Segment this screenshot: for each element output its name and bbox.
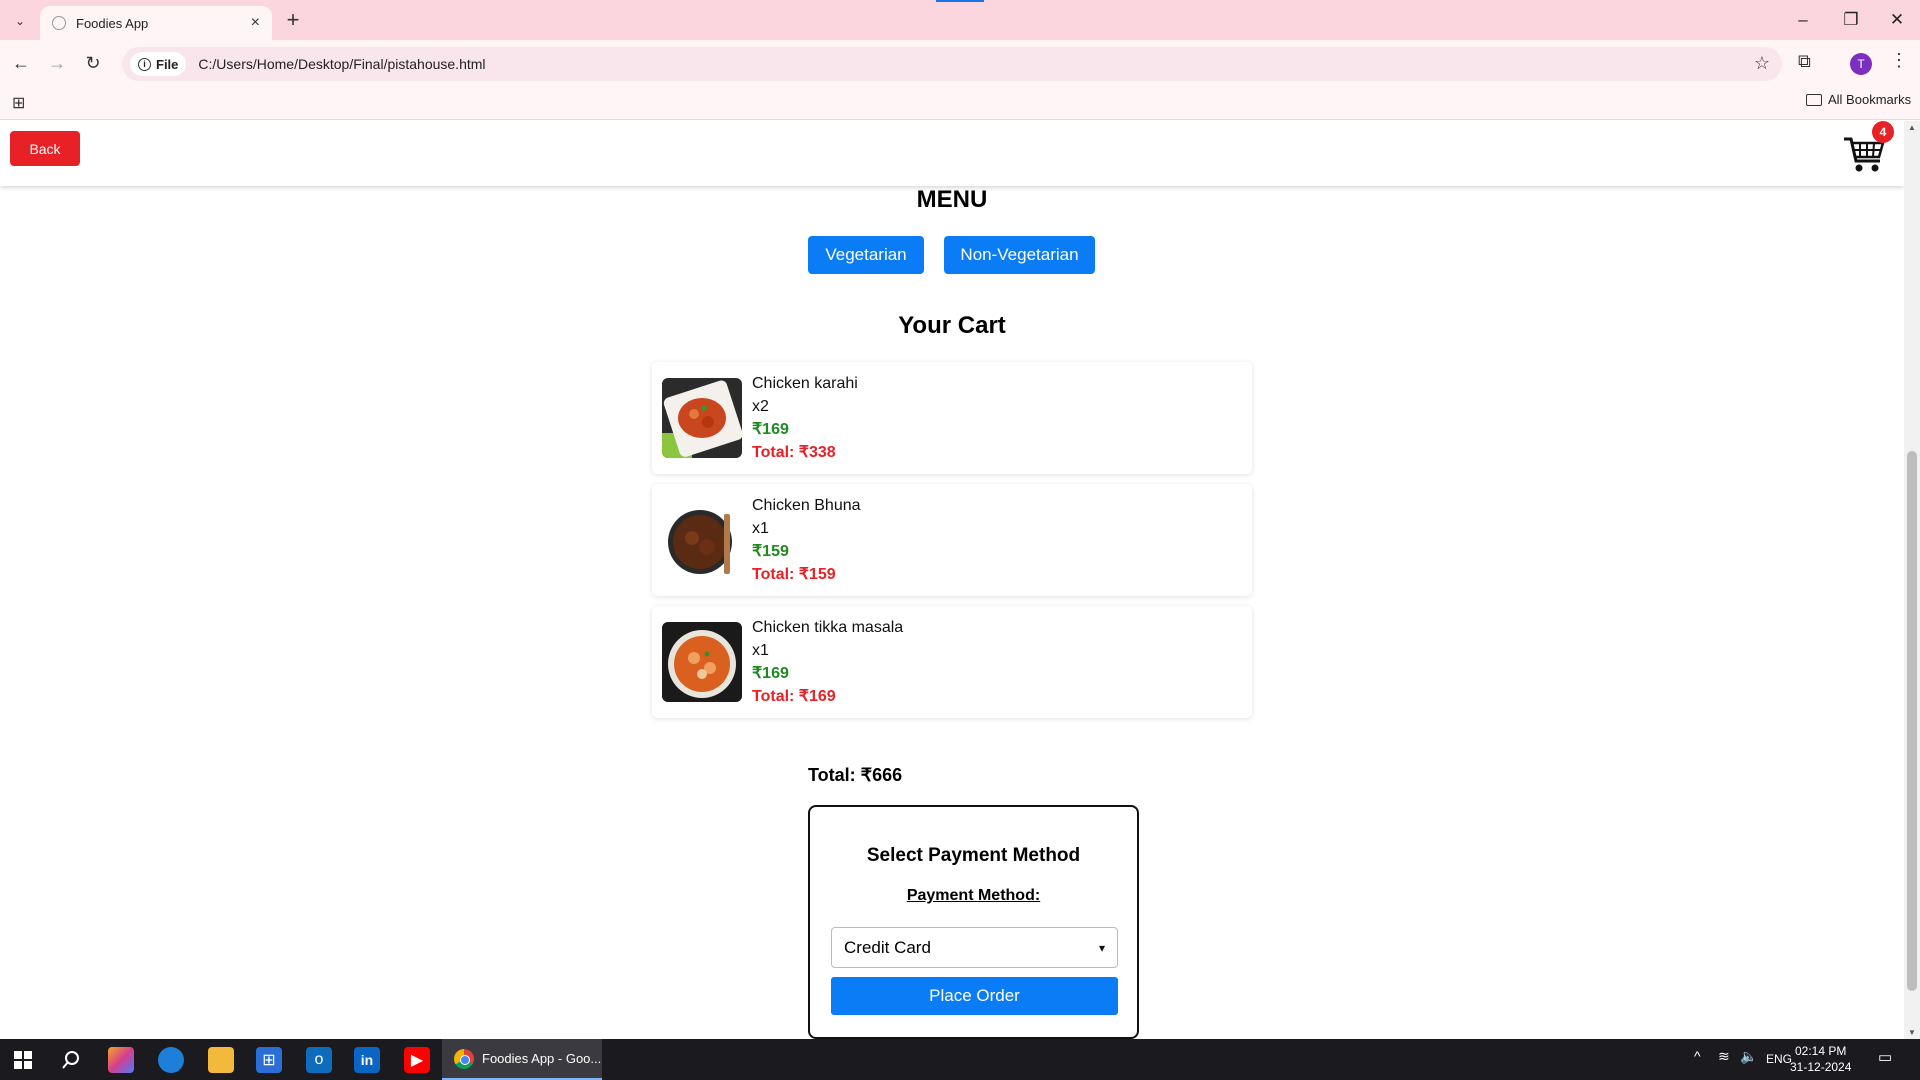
payment-panel: Select Payment Method Payment Method: Cr… xyxy=(808,805,1139,1039)
payment-title: Select Payment Method xyxy=(866,845,1081,866)
language-indicator[interactable]: ENG xyxy=(1766,1052,1792,1066)
profile-avatar[interactable]: T xyxy=(1850,53,1872,75)
chicken-bhuna-image xyxy=(662,500,742,580)
cart-count-badge: 4 xyxy=(1872,121,1894,143)
search-icon[interactable] xyxy=(58,1047,84,1073)
minimize-icon[interactable]: – xyxy=(1788,8,1818,32)
microsoft-store-icon[interactable]: ⊞ xyxy=(256,1047,282,1073)
bookmarks-bar xyxy=(0,86,1920,120)
reload-icon[interactable]: ↻ xyxy=(80,51,106,75)
volume-icon[interactable]: 🔈 xyxy=(1740,1048,1757,1065)
item-total: Total: ₹169 xyxy=(752,688,836,705)
address-bar[interactable]: i File C:/Users/Home/Desktop/Final/pista… xyxy=(122,47,1782,81)
cart-item: Chicken karahi x2 ₹169 Total: ₹338 xyxy=(652,362,1252,474)
outlook-icon[interactable]: o xyxy=(306,1047,332,1073)
taskbar-chrome-window[interactable]: Foodies App - Goo... xyxy=(442,1039,602,1080)
chicken-karahi-image xyxy=(662,378,742,458)
scroll-thumb[interactable] xyxy=(1907,451,1917,991)
wifi-icon[interactable]: ≋ xyxy=(1718,1048,1730,1065)
item-price: ₹159 xyxy=(752,543,789,560)
windows-start-icon[interactable] xyxy=(10,1047,36,1073)
linkedin-icon[interactable]: in xyxy=(354,1047,380,1073)
place-order-button[interactable]: Place Order xyxy=(831,977,1118,1015)
copilot-icon[interactable] xyxy=(108,1047,134,1073)
payment-method-label: Payment Method: xyxy=(906,887,1041,904)
payment-method-select[interactable]: Credit Card ▾ xyxy=(831,927,1118,968)
bookmark-star-icon[interactable]: ☆ xyxy=(1754,53,1770,74)
item-name: Chicken karahi xyxy=(752,375,858,392)
info-icon: i xyxy=(138,57,151,71)
site-info-chip[interactable]: i File xyxy=(130,52,187,76)
new-tab-icon[interactable]: + xyxy=(282,8,304,32)
extensions-puzzle-icon[interactable]: ⧉ xyxy=(1798,51,1811,72)
page-scrollbar[interactable]: ▲ ▼ xyxy=(1904,121,1920,1039)
youtube-icon[interactable]: ▶ xyxy=(404,1047,430,1073)
item-name: Chicken Bhuna xyxy=(752,497,861,514)
item-quantity: x1 xyxy=(752,642,769,659)
file-explorer-icon[interactable] xyxy=(208,1047,234,1073)
taskbar-window-label: Foodies App - Goo... xyxy=(482,1051,602,1066)
item-price: ₹169 xyxy=(752,421,789,438)
tab-search-chevron-icon[interactable]: ⌄ xyxy=(8,10,32,32)
vegetarian-button[interactable]: Vegetarian xyxy=(808,236,924,274)
site-info-label: File xyxy=(156,56,179,72)
non-vegetarian-button[interactable]: Non-Vegetarian xyxy=(944,236,1095,274)
item-price: ₹169 xyxy=(752,665,789,682)
cart-item: Chicken tikka masala x1 ₹169 Total: ₹169 xyxy=(652,606,1252,718)
all-bookmarks-button[interactable]: All Bookmarks xyxy=(1806,92,1911,107)
tab-drag-indicator xyxy=(936,0,984,2)
menu-title: MENU xyxy=(916,186,988,213)
cart-grand-total: Total: ₹666 xyxy=(808,765,903,785)
close-icon[interactable]: × xyxy=(251,14,260,32)
windows-taskbar: ⊞ o in ▶ Foodies App - Goo... xyxy=(0,1039,1920,1080)
item-info: Chicken Bhuna x1 ₹159 Total: ₹159 xyxy=(752,494,861,586)
app-header: Back 4 xyxy=(0,121,1904,186)
clock-date: 31-12-2024 xyxy=(1790,1060,1852,1074)
browser-tab[interactable]: Foodies App × xyxy=(40,6,272,40)
item-info: Chicken tikka masala x1 ₹169 Total: ₹169 xyxy=(752,616,903,708)
cart-list: Chicken karahi x2 ₹169 Total: ₹338 Chick… xyxy=(652,362,1252,728)
system-clock[interactable]: 02:14 PM 31-12-2024 xyxy=(1790,1043,1851,1075)
back-button[interactable]: Back xyxy=(10,131,80,166)
chrome-icon xyxy=(454,1048,474,1069)
page-viewport: Back 4 MENU Vegetarian Non-Vegetarian Yo… xyxy=(0,121,1904,1039)
restore-icon[interactable]: ❐ xyxy=(1836,8,1866,32)
item-quantity: x2 xyxy=(752,398,769,415)
all-bookmarks-label: All Bookmarks xyxy=(1828,92,1912,107)
item-total: Total: ₹338 xyxy=(752,444,836,461)
item-info: Chicken karahi x2 ₹169 Total: ₹338 xyxy=(752,372,858,464)
clock-time: 02:14 PM xyxy=(1795,1044,1847,1058)
more-menu-icon[interactable]: ⋮ xyxy=(1890,50,1908,71)
chicken-tikka-masala-image xyxy=(662,622,742,702)
back-arrow-icon[interactable]: ← xyxy=(8,51,34,75)
scroll-up-arrow-icon[interactable]: ▲ xyxy=(1904,123,1920,132)
tab-title: Foodies App xyxy=(76,15,149,31)
window-close-icon[interactable]: ✕ xyxy=(1882,8,1912,32)
edge-browser-icon[interactable] xyxy=(158,1047,184,1073)
cart-title: Your Cart xyxy=(898,312,1006,339)
item-total: Total: ₹159 xyxy=(752,566,836,583)
item-quantity: x1 xyxy=(752,520,769,537)
item-name: Chicken tikka masala xyxy=(752,619,904,636)
cart-item: Chicken Bhuna x1 ₹159 Total: ₹159 xyxy=(652,484,1252,596)
url-text[interactable]: C:/Users/Home/Desktop/Final/pistahouse.h… xyxy=(198,56,485,72)
scroll-down-arrow-icon[interactable]: ▼ xyxy=(1904,1028,1920,1037)
notification-icon[interactable]: ▭ xyxy=(1878,1048,1892,1066)
chevron-down-icon: ▾ xyxy=(1098,940,1105,955)
payment-method-value: Credit Card xyxy=(844,937,931,957)
folder-icon xyxy=(1806,93,1822,106)
tray-chevron-up-icon[interactable]: ^ xyxy=(1694,1048,1701,1064)
apps-grid-icon[interactable]: ⊞ xyxy=(12,93,25,113)
forward-arrow-icon[interactable]: → xyxy=(44,51,70,75)
tab-favicon-icon xyxy=(52,16,66,30)
